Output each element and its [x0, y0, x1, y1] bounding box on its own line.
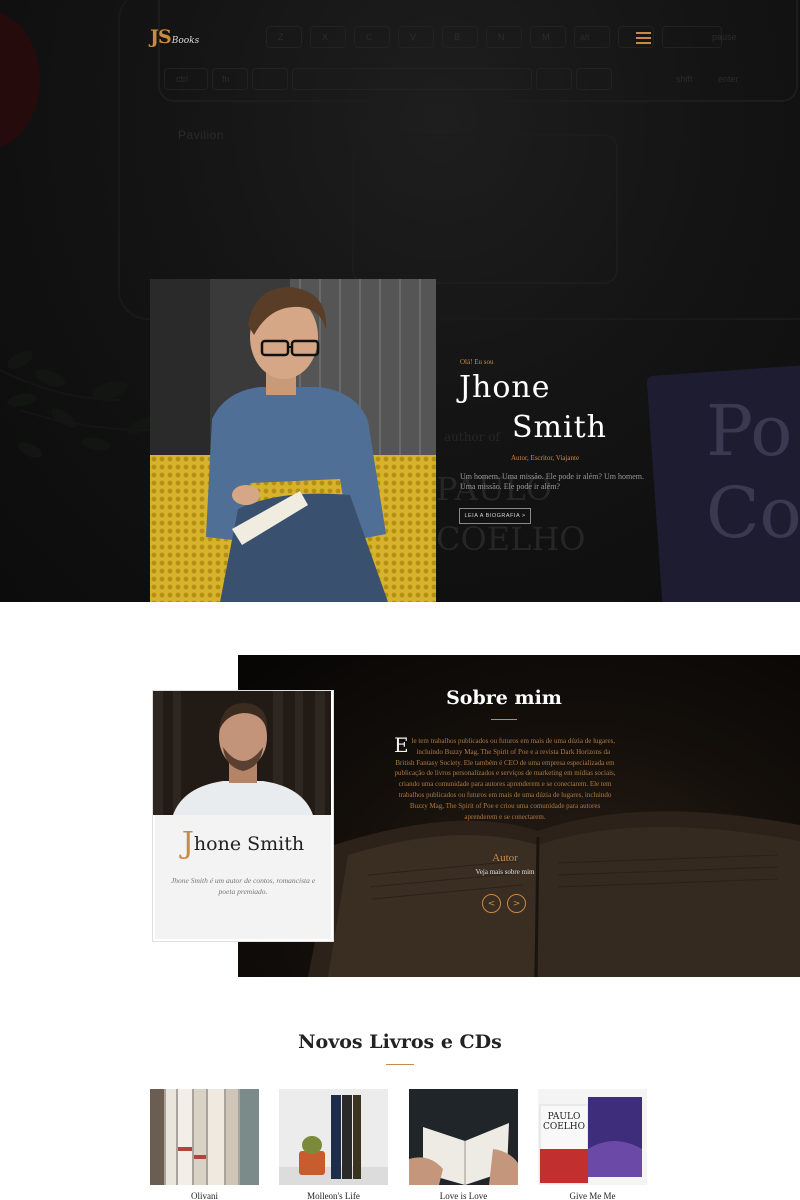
key-label: V: [410, 32, 417, 42]
author-card-name: Jhone Smith: [153, 826, 333, 861]
book-title[interactable]: Molleon's Life: [279, 1191, 388, 1200]
background-key: [252, 68, 288, 90]
hero-roles: Autor, Escritor, Viajante: [511, 454, 580, 462]
background-key: [212, 68, 248, 90]
book-card-olivani[interactable]: [150, 1089, 259, 1185]
hero-intro-text: Um homem. Uma missão. Ele pode ir além? …: [460, 472, 644, 491]
background-book-cover-text: Po Co: [706, 390, 800, 554]
book-card-give-me-me[interactable]: PAULO COELHO: [538, 1089, 647, 1185]
logo-word: Books: [171, 36, 200, 46]
author-name-rest: hone Smith: [193, 833, 305, 855]
hero-last-name: Smith: [512, 410, 607, 445]
about-text: Ele tem trabalhos publicados ou futuros …: [394, 733, 616, 822]
about-body: le tem trabalhos publicados ou futuros e…: [394, 737, 616, 821]
key-label: ctrl: [176, 74, 188, 84]
logo-initials: JS: [150, 26, 172, 48]
hamburger-menu-icon[interactable]: [636, 32, 651, 44]
key-label: alt: [580, 32, 590, 42]
about-dropcap: E: [394, 733, 409, 757]
hero-author-photo: [150, 279, 436, 602]
background-book-subtitle: author of: [444, 430, 500, 444]
key-label: X: [322, 32, 329, 42]
key-label: shift: [676, 74, 693, 84]
hero-first-name: Jhone: [459, 370, 551, 405]
next-arrow-icon[interactable]: >: [507, 894, 526, 913]
key-label: Z: [278, 32, 284, 42]
key-label: fn: [222, 74, 230, 84]
background-key: [266, 26, 302, 48]
laptop-brand-text: Pavilion: [178, 128, 225, 142]
book-card-molleons-life[interactable]: [279, 1089, 388, 1185]
background-trackpad: [352, 134, 618, 284]
about-title-underline: [491, 719, 517, 720]
key-label: enter: [718, 74, 739, 84]
key-label: M: [542, 32, 550, 42]
author-card-description: Jhone Smith é um autor de contos, romanc…: [170, 876, 316, 896]
background-key: [292, 68, 532, 90]
book-cover-text: PAULO: [548, 1112, 581, 1122]
author-card-photo: [153, 691, 331, 815]
book-title[interactable]: Give Me Me: [538, 1191, 647, 1200]
hero-greeting: Olá! Eu sou: [460, 358, 494, 366]
key-label: N: [498, 32, 505, 42]
prev-arrow-icon[interactable]: <: [482, 894, 501, 913]
hero-section: Z X C V B N M alt ctrl fn pause shift en…: [0, 0, 800, 602]
key-label: B: [454, 32, 461, 42]
background-book-author-last: COELHO: [436, 520, 586, 558]
author-name-initial: J: [181, 826, 194, 861]
book-title[interactable]: Love is Love: [409, 1191, 518, 1200]
background-key: [576, 68, 612, 90]
key-label: pause: [712, 32, 737, 42]
books-title: Novos Livros e CDs: [298, 1031, 502, 1053]
book-cover-text: COELHO: [543, 1122, 585, 1132]
read-biography-button[interactable]: LEIA A BIOGRAFIA >: [459, 508, 531, 524]
book-title[interactable]: Olivani: [150, 1191, 259, 1200]
key-label: C: [366, 32, 373, 42]
site-logo[interactable]: JS Books: [150, 26, 199, 48]
background-key: [536, 68, 572, 90]
book-card-love-is-love[interactable]: [409, 1089, 518, 1185]
books-title-underline: [386, 1064, 414, 1065]
background-red-object: [0, 10, 40, 150]
